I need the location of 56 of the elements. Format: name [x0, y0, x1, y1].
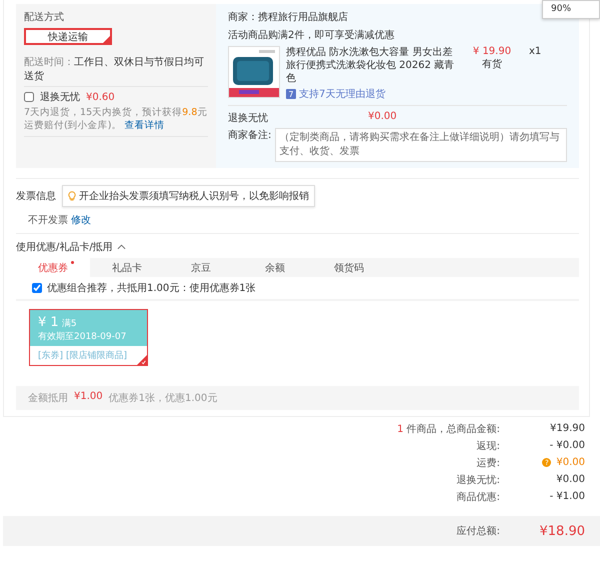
combo-label: 优惠组合推荐，共抵用1.00元：使用优惠券1张: [47, 282, 256, 295]
return-policy: 支持7天无理由退货: [299, 88, 386, 101]
coupon-tag: [东券]: [38, 349, 64, 362]
promo-text: 活动商品购满2件，即可享受满减优惠: [228, 28, 396, 42]
total-label: 商品优惠:: [456, 490, 500, 504]
insurance-label: 退换无忧: [40, 90, 80, 104]
payable-amount: ¥18.90: [538, 524, 585, 538]
details-link[interactable]: 查看详情: [124, 120, 164, 132]
total-label: 运费:: [476, 456, 500, 470]
check-corner-icon: [137, 355, 147, 365]
tab[interactable]: 礼品卡: [90, 258, 164, 277]
invoice-value: 不开发票: [28, 215, 68, 226]
item-count-label: 1 件商品，总商品金额:: [397, 422, 500, 436]
coupon-condition: 满5: [62, 319, 77, 329]
fee-value: ¥0.00: [556, 457, 585, 468]
lightbulb-icon: [68, 190, 76, 202]
tab[interactable]: 优惠券: [16, 258, 90, 277]
merchant-name: 商家：携程旅行用品旗舰店: [228, 10, 349, 24]
delivery-time: 配送时间：工作日、双休日与节假日均可送货: [24, 51, 208, 87]
total-label: 返现:: [476, 440, 500, 452]
return-badge-icon: 7: [286, 89, 296, 99]
coupon-validity: 有效期至2018-09-07: [38, 330, 128, 343]
insurance-description: 7天内退货，15天内换货，预计获得9.8元运费赔付(到小金库)。 查看详情: [24, 106, 208, 137]
coupon-amount: ¥ 1: [38, 315, 59, 330]
insurance-price: ¥0.60: [86, 92, 115, 102]
note-label: 商家备注:: [228, 128, 272, 142]
summary-amount: ¥1.00: [74, 391, 103, 404]
summary-label: 金额抵用: [28, 392, 68, 405]
total-value: ¥0.00: [555, 474, 585, 485]
tab[interactable]: 领货码: [312, 258, 386, 277]
payable-label: 应付总额:: [456, 524, 500, 538]
edit-link[interactable]: 修改: [71, 215, 92, 226]
checkbox[interactable]: [24, 92, 34, 102]
note-field[interactable]: （定制类商品，请将购买需求在备注上做详细说明）请勿填写与支付、收货、发票: [275, 128, 567, 162]
checkbox[interactable]: [32, 283, 42, 293]
section-title: 配送方式: [24, 10, 65, 24]
chevron-up-icon[interactable]: [116, 244, 126, 250]
insurance-label: 退换无忧: [228, 112, 268, 125]
total-value: ¥19.90: [549, 423, 585, 434]
insurance-price: ¥0.00: [368, 111, 397, 124]
quantity: x1: [529, 46, 542, 59]
invoice-label: 发票信息: [16, 190, 56, 203]
product-title[interactable]: 携程优品 防水洗漱包大容量 男女出差旅行便携式洗漱袋化妆包 20262 藏青色: [286, 46, 461, 85]
tab[interactable]: 京豆: [164, 258, 238, 277]
shipping-option[interactable]: 快递运输: [24, 28, 112, 45]
total-value: - ¥0.00: [548, 440, 585, 451]
tab[interactable]: 余额: [238, 258, 312, 277]
total-value: - ¥1.00: [548, 491, 585, 502]
total-label: 退换无忧:: [456, 474, 500, 486]
zoom-level-popup: 90%: [542, 0, 600, 19]
coupon-tag: [限店铺限商品]: [66, 349, 128, 362]
summary-detail: 优惠券1张，优惠1.00元: [108, 392, 218, 405]
product-price: ¥ 19.90: [472, 46, 512, 57]
tip-text: 开企业抬头发票须填写纳税人识别号，以免影响报销: [79, 190, 309, 203]
stock-status: 有货: [481, 58, 503, 71]
discounts-title: 使用优惠/礼品卡/抵用: [16, 240, 113, 254]
